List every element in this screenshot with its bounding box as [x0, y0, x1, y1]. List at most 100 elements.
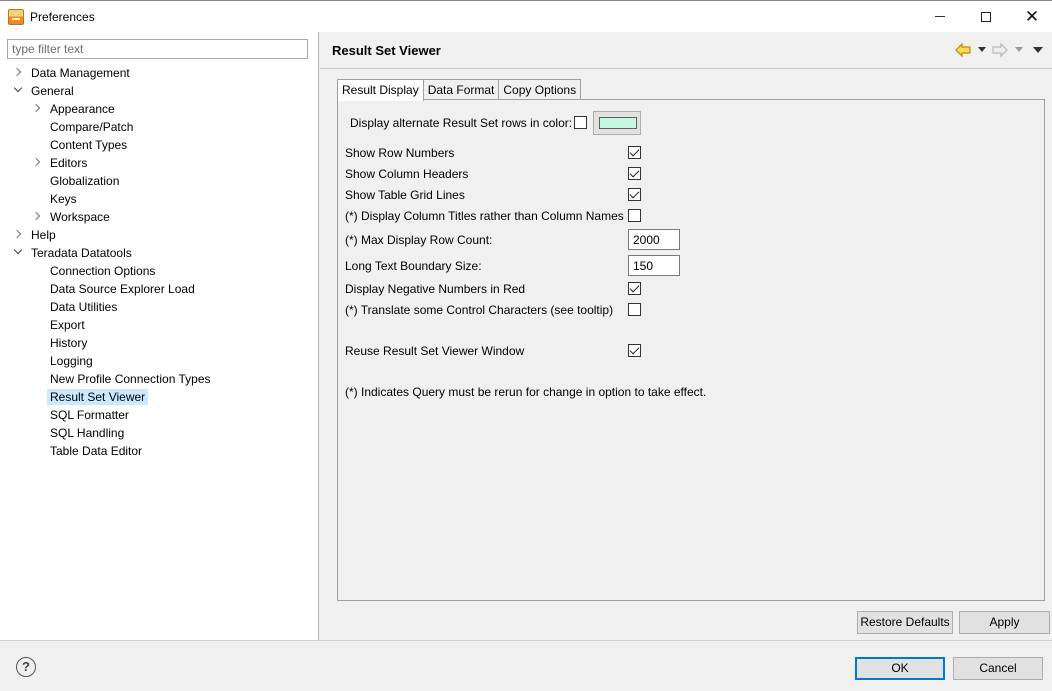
tree-item-content-types[interactable]: Content Types	[50, 136, 127, 154]
tree-item-label: History	[50, 336, 88, 350]
tab-folder: Result Display Data Format Copy Options …	[337, 79, 1045, 601]
option-label-control-chars: (*) Translate some Control Characters (s…	[345, 303, 614, 317]
tree-item-help[interactable]: Help	[31, 226, 56, 244]
tree-item-label: SQL Handling	[50, 426, 125, 440]
tree-item-editors[interactable]: Editors	[50, 154, 87, 172]
control-chars-checkbox[interactable]	[628, 303, 641, 316]
long-text-boundary-input[interactable]	[628, 255, 680, 276]
tree-item-label: Compare/Patch	[50, 120, 134, 134]
minimize-icon	[935, 16, 945, 17]
show-grid-lines-checkbox[interactable]	[628, 188, 641, 201]
negative-red-checkbox[interactable]	[628, 282, 641, 295]
tree-item-table-data-editor[interactable]: Table Data Editor	[50, 442, 142, 460]
tree-item-workspace[interactable]: Workspace	[50, 208, 110, 226]
tree-item-label: Table Data Editor	[50, 444, 143, 458]
tab-result-display[interactable]: Result Display	[337, 79, 424, 101]
tree-item-label: Keys	[50, 192, 77, 206]
chevron-right-icon[interactable]	[32, 104, 42, 114]
alternate-rows-checkbox[interactable]	[574, 116, 587, 129]
chevron-right-icon[interactable]	[32, 158, 42, 168]
tree-item-label: General	[31, 84, 74, 98]
back-arrow-icon[interactable]	[954, 41, 972, 59]
tree-item-label: Connection Options	[50, 264, 156, 278]
tree-item-label: Data Utilities	[50, 300, 118, 314]
chevron-right-icon[interactable]	[13, 230, 23, 240]
filter-input[interactable]	[7, 39, 308, 59]
tree-item-label: SQL Formatter	[50, 408, 129, 422]
apply-button[interactable]: Apply	[959, 611, 1050, 634]
tree-item-result-set-viewer[interactable]: Result Set Viewer	[47, 388, 149, 406]
tree-item-history[interactable]: History	[50, 334, 87, 352]
option-label-column-titles: (*) Display Column Titles rather than Co…	[345, 209, 624, 223]
alternate-rows-label: Display alternate Result Set rows in col…	[350, 116, 573, 130]
tree-item-label: Appearance	[50, 102, 115, 116]
tree-item-label: Workspace	[50, 210, 110, 224]
option-label-show-column-headers: Show Column Headers	[345, 167, 469, 181]
view-menu-icon[interactable]	[1033, 47, 1043, 53]
tree-item-globalization[interactable]: Globalization	[50, 172, 119, 190]
tree-item-label: Content Types	[50, 138, 128, 152]
row-color-button[interactable]	[593, 111, 641, 135]
minimize-button[interactable]	[917, 1, 963, 32]
tree-item-label: Data Management	[31, 66, 130, 80]
tree-item-general[interactable]: General	[31, 82, 74, 100]
ok-button[interactable]: OK	[855, 657, 945, 680]
help-icon[interactable]: ?	[16, 657, 36, 677]
tree-item-compare-patch[interactable]: Compare/Patch	[50, 118, 133, 136]
show-row-numbers-checkbox[interactable]	[628, 146, 641, 159]
max-row-count-input[interactable]	[628, 229, 680, 250]
tree-item-keys[interactable]: Keys	[50, 190, 77, 208]
maximize-button[interactable]	[963, 1, 1009, 32]
reuse-window-label: Reuse Result Set Viewer Window	[345, 344, 525, 358]
forward-arrow-icon[interactable]	[991, 41, 1009, 59]
close-button[interactable]: ✕	[1009, 1, 1052, 32]
tree-item-logging[interactable]: Logging	[50, 352, 93, 370]
window-title: Preferences	[30, 10, 95, 24]
preference-page: Result Set Viewer Result Display Data Fo…	[320, 32, 1052, 640]
rerun-note: (*) Indicates Query must be rerun for ch…	[345, 385, 707, 399]
tree-item-data-utilities[interactable]: Data Utilities	[50, 298, 117, 316]
tree-item-new-profile-connection-types[interactable]: New Profile Connection Types	[50, 370, 211, 388]
title-bar: Preferences ✕	[0, 0, 1052, 32]
row-color-swatch	[599, 117, 637, 129]
tree-item-sql-handling[interactable]: SQL Handling	[50, 424, 124, 442]
column-titles-checkbox[interactable]	[628, 209, 641, 222]
tree-item-label: Result Set Viewer	[47, 389, 149, 405]
app-icon	[8, 9, 24, 25]
header-separator	[320, 68, 1052, 69]
option-label-negative-red: Display Negative Numbers in Red	[345, 282, 526, 296]
tab-copy-options[interactable]: Copy Options	[498, 79, 582, 100]
chevron-down-icon[interactable]	[13, 248, 23, 258]
cancel-button[interactable]: Cancel	[953, 657, 1043, 680]
close-icon: ✕	[1024, 6, 1040, 26]
maximize-icon	[981, 11, 991, 22]
tab-data-format[interactable]: Data Format	[422, 79, 500, 100]
tab-strip: Result Display Data Format Copy Options	[337, 79, 582, 101]
tree-item-appearance[interactable]: Appearance	[50, 100, 115, 118]
option-label-show-row-numbers: Show Row Numbers	[345, 146, 455, 160]
tree-item-label: Export	[50, 318, 85, 332]
chevron-right-icon[interactable]	[32, 212, 42, 222]
back-dropdown-icon[interactable]	[978, 47, 986, 52]
max-row-count-label: (*) Max Display Row Count:	[345, 233, 493, 247]
option-label-show-grid-lines: Show Table Grid Lines	[345, 188, 465, 202]
tree-item-label: Globalization	[50, 174, 120, 188]
restore-defaults-button[interactable]: Restore Defaults	[857, 611, 953, 634]
show-column-headers-checkbox[interactable]	[628, 167, 641, 180]
chevron-down-icon[interactable]	[13, 86, 23, 96]
tree-item-data-source-explorer-load[interactable]: Data Source Explorer Load	[50, 280, 195, 298]
dialog-button-bar: ? OK Cancel	[0, 640, 1052, 691]
reuse-window-checkbox[interactable]	[628, 344, 641, 357]
page-title: Result Set Viewer	[332, 43, 441, 58]
tree-item-label: Help	[31, 228, 56, 242]
preferences-tree-pane: Data Management General Appearance Compare/…	[0, 32, 319, 640]
tree-item-data-management[interactable]: Data Management	[31, 64, 130, 82]
tree-item-label: Editors	[50, 156, 88, 170]
chevron-right-icon[interactable]	[13, 68, 23, 78]
forward-dropdown-icon[interactable]	[1015, 47, 1023, 52]
tree-item-sql-formatter[interactable]: SQL Formatter	[50, 406, 129, 424]
tree-item-label: Teradata Datatools	[31, 246, 132, 260]
tree-item-teradata-datatools[interactable]: Teradata Datatools	[31, 244, 132, 262]
tree-item-export[interactable]: Export	[50, 316, 85, 334]
tree-item-connection-options[interactable]: Connection Options	[50, 262, 155, 280]
